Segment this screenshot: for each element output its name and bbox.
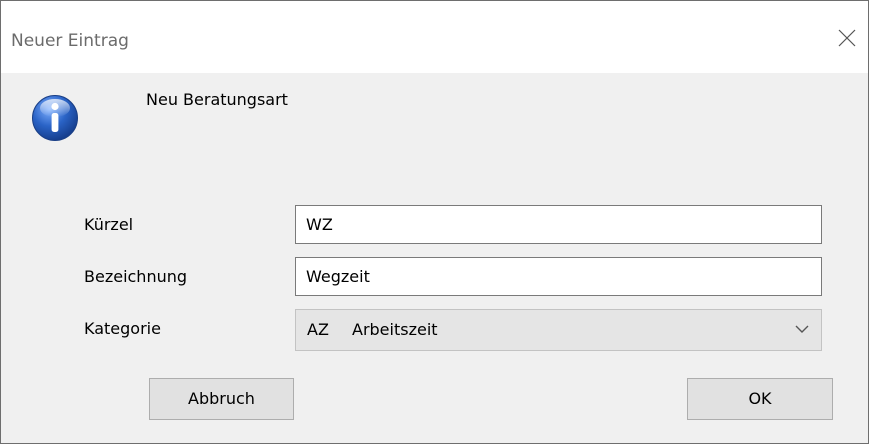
kuerzel-label: Kürzel [84,215,134,234]
window-title: Neuer Eintrag [11,31,129,51]
bezeichnung-input[interactable] [295,257,822,296]
kategorie-dropdown[interactable]: AZ Arbeitszeit [295,309,822,351]
title-bar[interactable]: Neuer Eintrag [1,1,868,73]
close-button[interactable] [830,23,864,53]
ok-button[interactable]: OK [687,378,833,420]
kategorie-selected-code: AZ [307,320,329,339]
dialog-window: Neuer Eintrag Neu Beratungsart Kürzel WZ… [0,0,869,444]
cancel-button[interactable]: Abbruch [149,378,294,420]
dialog-message: Neu Beratungsart [146,90,288,109]
info-icon [32,95,78,141]
close-icon [838,29,856,47]
bezeichnung-label: Bezeichnung [84,267,188,286]
kategorie-selected-text: Arbeitszeit [352,320,438,339]
chevron-down-icon [795,325,809,333]
kuerzel-input[interactable] [295,205,822,244]
kategorie-label: Kategorie [84,319,161,338]
